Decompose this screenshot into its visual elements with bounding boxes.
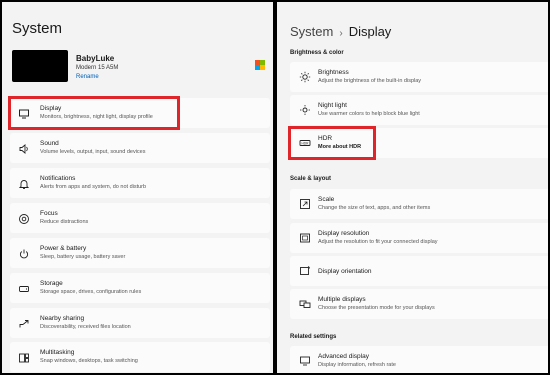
image-border [0, 0, 550, 375]
